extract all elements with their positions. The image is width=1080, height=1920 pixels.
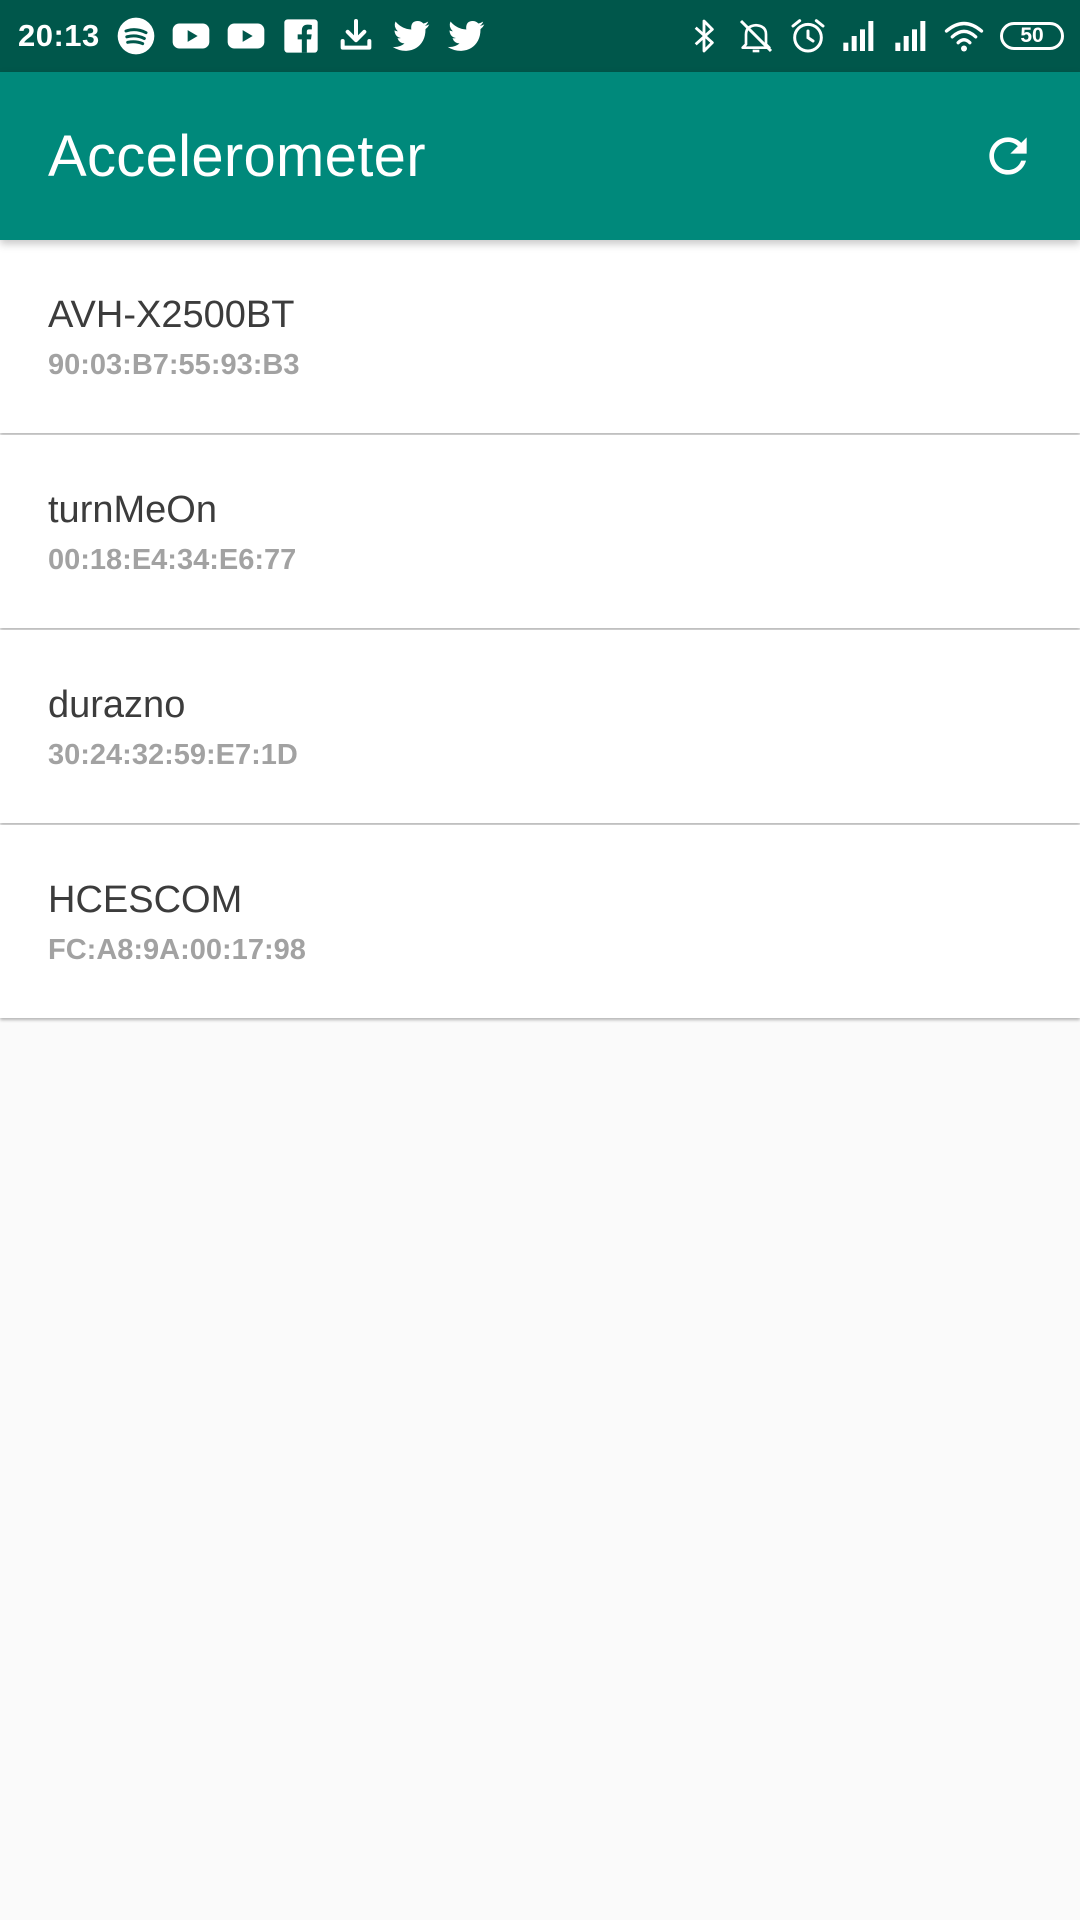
device-item[interactable]: durazno 30:24:32:59:E7:1D: [0, 630, 1080, 823]
muted-icon: [736, 16, 776, 56]
youtube-icon: [226, 16, 266, 56]
device-item[interactable]: HCESCOM FC:A8:9A:00:17:98: [0, 825, 1080, 1018]
facebook-icon: [281, 16, 321, 56]
signal-icon: [892, 16, 932, 56]
device-address: FC:A8:9A:00:17:98: [48, 934, 306, 966]
device-list: AVH-X2500BT 90:03:B7:55:93:B3 turnMeOn 0…: [0, 240, 1080, 1020]
device-item[interactable]: turnMeOn 00:18:E4:34:E6:77: [0, 435, 1080, 628]
alarm-icon: [788, 16, 828, 56]
status-bar: 20:13 50: [0, 0, 1080, 72]
status-time: 20:13: [18, 18, 100, 53]
battery-indicator: 50: [1000, 22, 1064, 50]
refresh-icon: [989, 137, 1027, 175]
bluetooth-icon: [684, 16, 724, 56]
twitter-icon: [446, 16, 486, 56]
spotify-icon: [116, 16, 156, 56]
device-name: turnMeOn: [48, 489, 217, 531]
app-bar: Accelerometer: [0, 72, 1080, 240]
page-title: Accelerometer: [48, 123, 426, 189]
status-bar-right: 50: [684, 16, 1064, 56]
signal-icon: [840, 16, 880, 56]
device-name: HCESCOM: [48, 879, 243, 921]
status-bar-left: 20:13: [18, 16, 501, 56]
twitter-icon: [391, 16, 431, 56]
device-address: 90:03:B7:55:93:B3: [48, 349, 300, 381]
device-address: 00:18:E4:34:E6:77: [48, 544, 297, 576]
device-name: durazno: [48, 684, 186, 726]
download-icon: [336, 16, 376, 56]
device-item[interactable]: AVH-X2500BT 90:03:B7:55:93:B3: [0, 240, 1080, 433]
refresh-button[interactable]: [976, 124, 1040, 188]
device-name: AVH-X2500BT: [48, 294, 295, 336]
wifi-icon: [944, 16, 984, 56]
youtube-icon: [171, 16, 211, 56]
device-address: 30:24:32:59:E7:1D: [48, 739, 298, 771]
